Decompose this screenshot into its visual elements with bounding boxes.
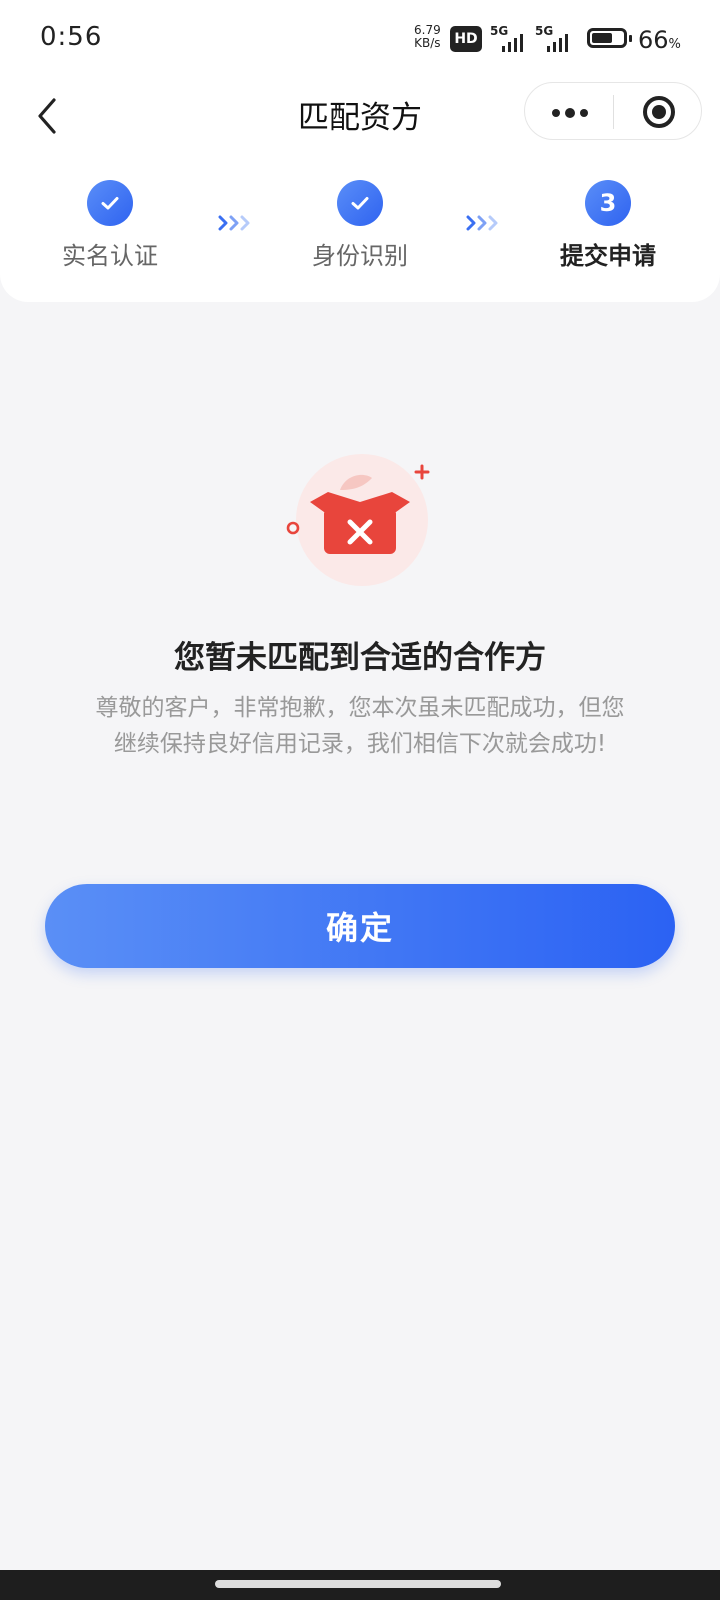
- confirm-button[interactable]: 确定: [45, 884, 675, 968]
- signal-icon: 5G: [490, 24, 532, 52]
- step-number: 3: [585, 180, 631, 226]
- status-bar: 0:56 6.79 KB/s HD 5G 5G 66%: [0, 0, 720, 80]
- battery-icon: [587, 28, 632, 48]
- more-button[interactable]: [525, 83, 613, 141]
- network-speed-unit: KB/s: [414, 36, 441, 50]
- step-label: 提交申请: [560, 242, 656, 270]
- status-time: 0:56: [40, 22, 103, 52]
- result-title: 您暂未匹配到合适的合作方: [174, 640, 546, 676]
- chevron-right-icon: [218, 215, 250, 231]
- progress-steps: 实名认证 身份识别 3 提交申请: [0, 180, 720, 280]
- step-submit: 3 提交申请: [538, 180, 678, 271]
- home-indicator[interactable]: [215, 1580, 501, 1588]
- step-label: 身份识别: [312, 242, 408, 270]
- chevron-right-icon: [466, 215, 498, 231]
- step-label: 实名认证: [62, 242, 158, 270]
- header-panel: 0:56 6.79 KB/s HD 5G 5G 66% 匹配资方 实名认证 身份…: [0, 0, 720, 302]
- step-identity: 身份识别: [290, 180, 430, 271]
- mini-program-capsule: [524, 82, 702, 140]
- battery-percent: 66%: [638, 26, 681, 54]
- step-real-name: 实名认证: [40, 180, 180, 271]
- network-speed: 6.79 KB/s: [414, 24, 441, 50]
- error-box-icon: [286, 454, 430, 586]
- system-navigation-bar: [0, 1570, 720, 1600]
- hd-icon: HD: [450, 26, 482, 52]
- check-icon: [337, 180, 383, 226]
- signal-icon: 5G: [535, 24, 577, 52]
- check-icon: [87, 180, 133, 226]
- result-description: 尊敬的客户，非常抱歉，您本次虽未匹配成功，但您继续保持良好信用记录，我们相信下次…: [95, 695, 625, 757]
- close-button[interactable]: [614, 83, 702, 141]
